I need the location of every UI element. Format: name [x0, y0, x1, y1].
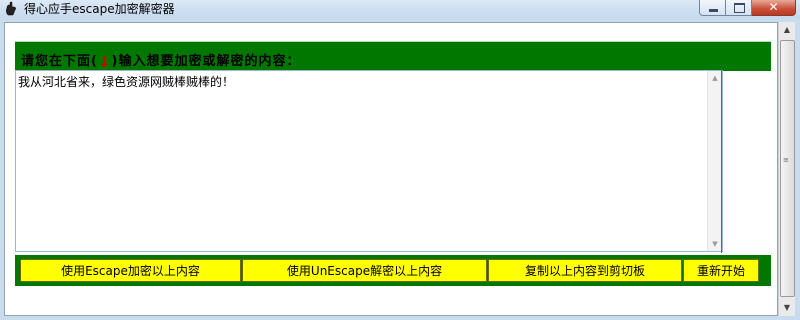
textarea-scroll-up-icon[interactable]: ▲ — [708, 74, 722, 82]
scroll-up-icon[interactable]: ▲ — [779, 22, 795, 38]
textarea-value[interactable]: 我从河北省来，绿色资源网贼棒贼棒的！ — [18, 73, 234, 90]
close-button[interactable]: ✕ — [752, 0, 796, 16]
textarea-scroll-down-icon[interactable]: ▼ — [708, 240, 722, 248]
scrollbar-thumb[interactable] — [780, 40, 795, 297]
copy-to-clipboard-button[interactable]: 复制以上内容到剪切板 — [488, 259, 682, 282]
instruction-text-after: )输入想要加密或解密的内容： — [111, 54, 301, 69]
window-scrollbar[interactable]: ▲ ≡ ▼ — [778, 22, 795, 316]
textarea-border — [721, 70, 722, 253]
hand-app-icon — [6, 1, 16, 16]
window-title: 得心应手escape加密解密器 — [24, 2, 175, 16]
window-controls: ✕ — [699, 0, 796, 17]
content-textarea[interactable]: 我从河北省来，绿色资源网贼棒贼棒的！ ▲ ▼ — [15, 70, 723, 252]
maximize-button[interactable] — [726, 0, 752, 16]
action-button-bar: 使用Escape加密以上内容 使用UnEscape解密以上内容 复制以上内容到剪… — [15, 255, 771, 286]
grip-icon: ≡ — [783, 156, 789, 164]
unescape-decrypt-button[interactable]: 使用UnEscape解密以上内容 — [242, 259, 487, 282]
minimize-button[interactable] — [699, 0, 726, 16]
down-arrow-icon: ↓ — [97, 53, 112, 71]
title-bar[interactable]: 得心应手escape加密解密器 ✕ — [0, 0, 800, 18]
scroll-down-icon[interactable]: ▼ — [779, 300, 795, 316]
instruction-label: 请您在下面(↓)输入想要加密或解密的内容： — [21, 50, 300, 71]
escape-encrypt-button[interactable]: 使用Escape加密以上内容 — [20, 259, 241, 282]
instruction-text-before: 请您在下面( — [21, 54, 98, 69]
textarea-scrollbar[interactable]: ▲ ▼ — [707, 71, 722, 251]
restart-button[interactable]: 重新开始 — [683, 259, 759, 282]
instruction-bar: 请您在下面(↓)输入想要加密或解密的内容： — [15, 41, 771, 71]
close-icon: ✕ — [768, 0, 779, 14]
